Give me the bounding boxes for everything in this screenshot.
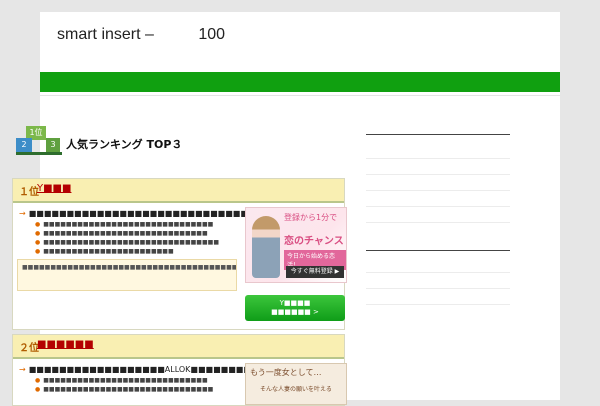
- sidebar-item-divider: [366, 206, 510, 207]
- feature-bullet: ■■■■■■■■■■■■■■■■■■■■■■■■■■■■■■: [35, 386, 213, 393]
- cta-line1: Y■■■■: [279, 299, 311, 307]
- ranking-header: 1位 2 3 人気ランキング TOP３: [16, 122, 216, 155]
- card-lead-text: ■■■■■■■■■■■■■■■■■■■■■■■■■■■■■■■: [19, 209, 263, 218]
- banner-line1: もう一度女として…: [250, 368, 322, 377]
- ad-banner[interactable]: もう一度女として… そんな人妻の願いを叶える: [245, 363, 347, 405]
- sidebar-item-divider: [366, 158, 510, 159]
- site-title[interactable]: smart insert – 100: [57, 26, 225, 44]
- sidebar-item-divider: [366, 174, 510, 175]
- ranking-card-2: ２位 ■■■■■■ ■■■■■■■■■■■■■■■■■■ALLOK■■■■■■■…: [12, 334, 347, 406]
- feature-bullet: ■■■■■■■■■■■■■■■■■■■■■■■■■■■■■: [35, 377, 207, 384]
- sidebar-item-divider: [366, 190, 510, 191]
- cta-line2: ■■■■■■ >: [271, 308, 319, 316]
- card-header: ２位 ■■■■■■: [13, 335, 344, 359]
- sidebar-item-divider: [366, 304, 510, 305]
- sidebar-section-rule: [366, 134, 510, 135]
- note-box: ■■■■■■■■■■■■■■■■■■■■■■■■■■■■■■■■■■■■■■■■…: [17, 259, 237, 291]
- ad-banner[interactable]: 登録から1分で 恋のチャンス 今日から始める恋活！ 今すぐ無料登録 ▶: [245, 207, 347, 283]
- podium-second-icon: 2: [16, 138, 32, 152]
- card-lead-text: ■■■■■■■■■■■■■■■■■■ALLOK■■■■■■■■: [19, 365, 251, 374]
- ranking-title: 人気ランキング TOP３: [66, 138, 183, 151]
- nav-bar[interactable]: [40, 72, 560, 92]
- podium-base: [16, 152, 62, 155]
- sidebar-item-divider: [366, 272, 510, 273]
- site-name-link[interactable]: Y■■■: [37, 183, 71, 194]
- ranking-card-1: １位 Y■■■ ■■■■■■■■■■■■■■■■■■■■■■■■■■■■■■■ …: [12, 178, 347, 330]
- rank-number: １位: [19, 187, 39, 198]
- sidebar-item-divider: [366, 288, 510, 289]
- sidebar-item-divider: [366, 222, 510, 223]
- feature-bullet: ■■■■■■■■■■■■■■■■■■■■■■■■■■■■■■■: [35, 239, 219, 246]
- sidebar-section-rule: [366, 250, 510, 251]
- site-name-link[interactable]: ■■■■■■: [37, 339, 94, 350]
- feature-bullet: ■■■■■■■■■■■■■■■■■■■■■■■: [35, 248, 173, 255]
- feature-bullet: ■■■■■■■■■■■■■■■■■■■■■■■■■■■■■■: [35, 221, 213, 228]
- banner-line2: 恋のチャンス: [284, 236, 344, 247]
- banner-line1: 登録から1分で: [284, 213, 338, 222]
- woman-photo-icon: [252, 216, 280, 278]
- feature-bullet: ■■■■■■■■■■■■■■■■■■■■■■■■■■■■■: [35, 230, 207, 237]
- podium-third-icon: 3: [46, 138, 60, 152]
- banner-line2: そんな人妻の願いを叶える: [260, 386, 332, 393]
- header-divider: [40, 95, 560, 96]
- card-header: １位 Y■■■: [13, 179, 344, 203]
- cta-button[interactable]: Y■■■■ ■■■■■■ >: [245, 295, 345, 321]
- rank-number: ２位: [19, 343, 39, 354]
- banner-register-button[interactable]: 今すぐ無料登録 ▶: [286, 266, 344, 278]
